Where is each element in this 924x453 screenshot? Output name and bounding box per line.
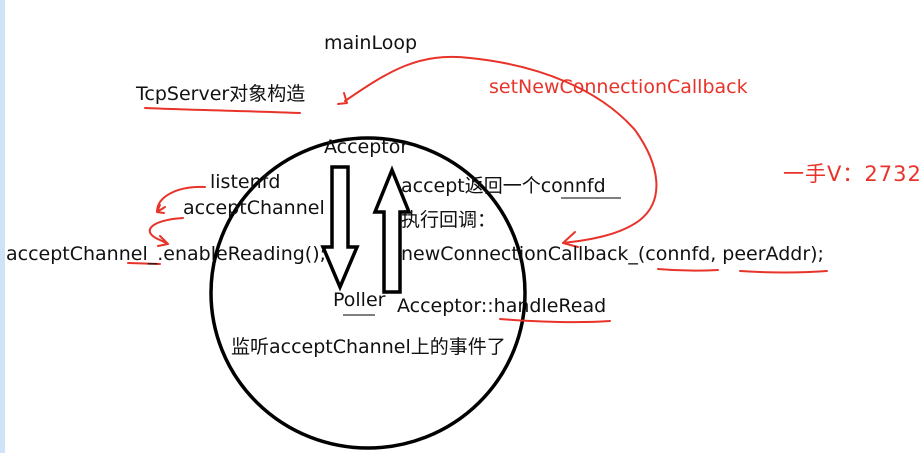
handle-read-label: Acceptor::handleRead	[397, 295, 607, 317]
channel-curve	[148, 217, 184, 247]
enable-reading-label: acceptChannel_.enableReading();	[6, 243, 327, 265]
callback-call-label: newConnectionCallback_(connfd, peerAddr)…	[401, 243, 824, 265]
mainloop-label: mainLoop	[324, 32, 418, 54]
watermark-label: 一手V：273216	[783, 162, 924, 186]
accept-returns-label: accept返回一个connfd	[401, 175, 606, 197]
execute-callback-label: 执行回调：	[401, 209, 497, 231]
connfd-underline	[657, 268, 719, 272]
listenfd-label: listenfd	[210, 171, 281, 193]
acceptor-label: Acceptor	[324, 136, 409, 158]
listen-event-label: 监听acceptChannel上的事件了	[231, 336, 506, 358]
accept-channel-label: acceptChannel	[183, 197, 325, 219]
tcpserver-underline	[144, 107, 301, 114]
handleread-underline	[499, 318, 611, 324]
down-arrow	[320, 165, 360, 292]
set-callback-label: setNewConnectionCallback	[489, 76, 748, 98]
peeraddr-underline	[739, 270, 828, 274]
poller-label: Poller	[333, 289, 386, 311]
tcpserver-arrowhead	[337, 92, 348, 105]
tcpserver-label: TcpServer对象构造	[136, 83, 306, 105]
